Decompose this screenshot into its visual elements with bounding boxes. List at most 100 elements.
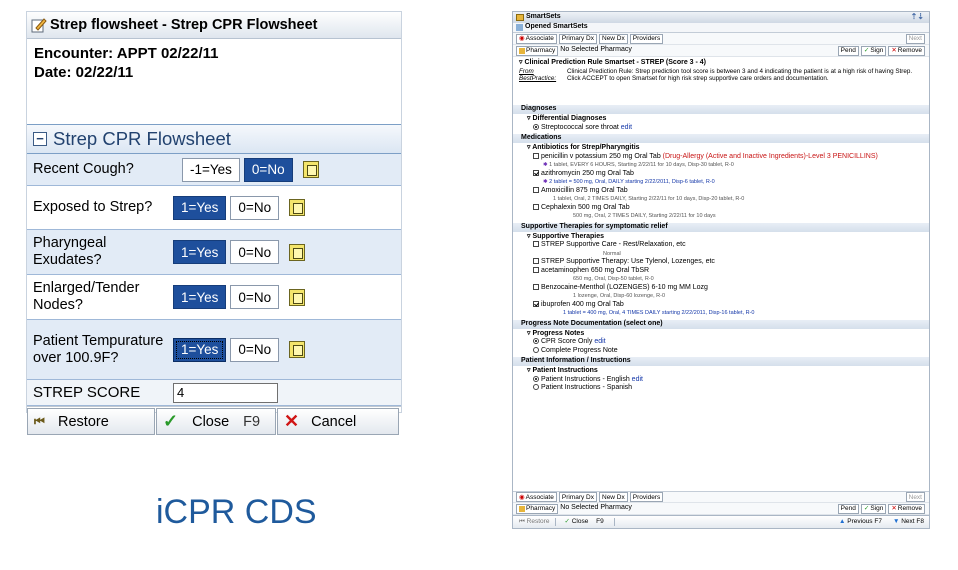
strep-score-row: STREP SCORE 4 [27,380,401,406]
therapy-item[interactable]: STREP Supportive Therapy: Use Tylenol, L… [513,258,929,267]
next-nav-button[interactable]: ▼ Next F8 [888,518,929,527]
checkbox[interactable] [533,169,539,176]
therapy-item[interactable]: STREP Supportive Care - Rest/Relaxation,… [513,241,929,250]
radio-icon[interactable] [533,375,539,382]
option-yes-button[interactable]: 1=Yes [173,240,227,264]
supportive-header[interactable]: ▿ Supportive Therapies [513,233,929,242]
edit-link[interactable]: edit [594,338,605,345]
sign-button[interactable]: ✓ Sign [860,45,887,56]
primary-dx-button[interactable]: Primary Dx [558,492,597,502]
edit-link[interactable]: edit [621,124,632,131]
med-item[interactable]: Cephalexin 500 mg Oral Tab [513,204,929,213]
opened-smartsets-header: Opened SmartSets [513,23,929,33]
new-dx-button[interactable]: New Dx [599,492,628,502]
diagnosis-item[interactable]: Streptococcal sore throat edit [513,124,929,133]
med-item[interactable]: Amoxicillin 875 mg Oral Tab [513,187,929,196]
close-x-icon: ✕ [284,411,300,431]
therapy-item[interactable]: acetaminophen 650 mg Oral TbSR [513,267,929,276]
sign-label: Sign [870,47,884,54]
option-no-button[interactable]: 0=No [230,285,280,309]
checkbox[interactable] [533,283,539,290]
rule-block: ▿ Clinical Prediction Rule Smartset - ST… [513,57,929,103]
smartsets-title: SmartSets [526,13,561,21]
previous-button[interactable]: ▲ Previous F7 [833,518,888,527]
progress-option[interactable]: Complete Progress Note [513,347,929,356]
patient-option[interactable]: Patient Instructions - English edit [513,376,929,385]
comment-icon[interactable] [302,161,319,178]
progress-section[interactable]: Progress Note Documentation (select one) [513,319,929,329]
restore-button[interactable]: ⏮ Restore [27,408,155,435]
diagnosis-label: Streptococcal sore throat [541,123,619,131]
comment-icon[interactable] [289,288,306,306]
checkbox[interactable] [533,203,539,210]
therapy-item[interactable]: ibuprofen 400 mg Oral Tab [513,301,929,310]
patient-header[interactable]: ▿ Patient Instructions [513,367,929,376]
next-button[interactable]: Next [905,492,925,502]
section-header-strep-cpr[interactable]: − Strep CPR Flowsheet [27,124,401,154]
option-yes-button[interactable]: 1=Yes [173,195,227,220]
rule-from[interactable]: From BestPractice: [519,68,567,83]
allergy-alert[interactable]: (Drug-Allergy (Active and Inactive Ingre… [663,153,878,160]
restore-label: Restore [58,413,109,430]
pharmacy-button[interactable]: Pharmacy [516,45,559,56]
close-button[interactable]: ✓ Close F9 [156,408,276,435]
restore-button[interactable]: ⏮ Restore [513,517,557,527]
restore-icon: ⏮ [34,414,45,428]
checkbox[interactable] [533,241,539,248]
med-item[interactable]: penicillin v potassium 250 mg Oral Tab (… [513,153,929,162]
supportive-section[interactable]: Supportive Therapies for symptomatic rel… [513,222,929,232]
pharmacy-label: Pharmacy [526,47,556,54]
option-yes-button[interactable]: 1=Yes [173,337,227,362]
question-label: Pharyngeal Exudates? [33,235,107,268]
radio-icon[interactable] [533,123,539,130]
pend-button[interactable]: Pend [837,45,859,56]
comment-icon[interactable] [289,341,306,358]
checkbox[interactable] [533,186,539,193]
radio-icon[interactable] [533,384,539,391]
diagnoses-section[interactable]: Diagnoses [513,105,929,114]
cancel-button[interactable]: ✕ Cancel [277,408,399,435]
rule-title: ▿ Clinical Prediction Rule Smartset - ST… [519,59,707,66]
progress-header[interactable]: ▿ Progress Notes [513,330,929,339]
remove-button[interactable]: ✕ Remove [888,503,925,514]
radio-icon[interactable] [533,338,539,345]
pend-button[interactable]: Pend [837,503,859,514]
providers-button[interactable]: Providers [629,33,664,44]
checkbox[interactable] [533,300,539,307]
close-button[interactable]: ✓ Close F9 [556,517,615,527]
strep-score-field[interactable]: 4 [173,382,278,403]
therapy-item[interactable]: Benzocaine-Menthol (LOZENGES) 6-10 mg MM… [513,284,929,293]
pharmacy-button[interactable]: Pharmacy [516,503,559,514]
antibiotics-header[interactable]: ▿ Antibiotics for Strep/Pharyngitis [513,144,929,153]
option-no-button[interactable]: 0=No [230,195,280,220]
collapse-arrows-icon[interactable]: ⇡⇣ [911,13,924,22]
providers-button[interactable]: Providers [629,492,664,502]
med-item[interactable]: azithromycin 250 mg Oral Tab [513,170,929,179]
option-yes-button[interactable]: 1=Yes [173,285,227,309]
collapse-icon[interactable]: − [33,132,47,146]
new-dx-button[interactable]: New Dx [599,33,628,44]
primary-dx-button[interactable]: Primary Dx [558,33,597,44]
checkbox[interactable] [533,266,539,273]
radio-icon[interactable] [533,346,539,353]
sign-button[interactable]: ✓ Sign [860,503,887,514]
option-no-button[interactable]: 0=No [230,337,280,362]
edit-link[interactable]: edit [632,376,643,383]
option-yes-button[interactable]: -1=Yes [182,157,240,182]
option-no-button[interactable]: 0=No [243,157,293,182]
associate-button[interactable]: ◉ Associate [516,33,557,44]
smartsets-window: SmartSets ⇡⇣ Opened SmartSets ◉ Associate… [512,11,930,529]
next-button[interactable]: Next [905,33,925,44]
patient-section[interactable]: Patient Information / Instructions [513,357,929,366]
remove-button[interactable]: ✕ Remove [888,45,925,56]
comment-icon[interactable] [289,243,306,261]
progress-option[interactable]: CPR Score Only edit [513,338,929,347]
medications-section[interactable]: Medications [513,134,929,143]
comment-icon[interactable] [289,199,306,216]
differential-header[interactable]: ▿ Differential Diagnoses [513,115,929,124]
option-no-button[interactable]: 0=No [230,240,280,264]
checkbox[interactable] [533,152,539,159]
associate-button[interactable]: ◉ Associate [516,492,557,502]
patient-option[interactable]: Patient Instructions - Spanish [513,384,929,393]
checkbox[interactable] [533,258,539,265]
